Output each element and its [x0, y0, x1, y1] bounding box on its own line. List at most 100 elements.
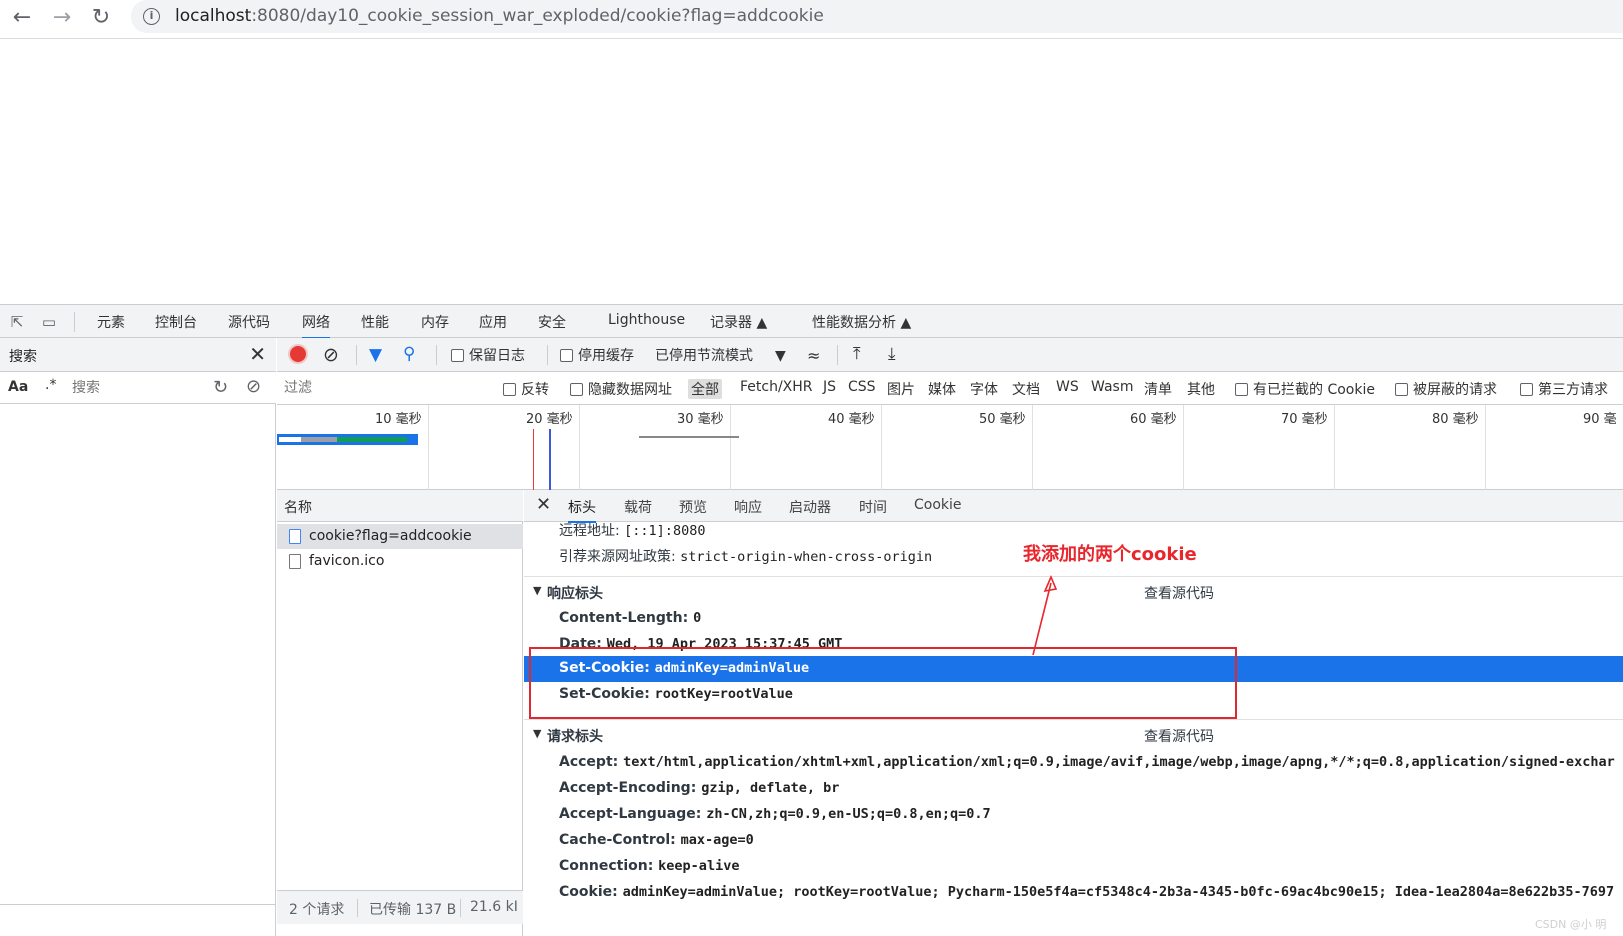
checkbox[interactable] — [451, 349, 464, 362]
request-row[interactable]: cookie?flag=addcookie — [277, 524, 523, 549]
tab-lighthouse[interactable]: Lighthouse — [608, 312, 685, 328]
request-headers-section[interactable]: ▼ 请求标头 查看源代码 — [524, 719, 1623, 749]
filter-type-img[interactable]: 图片 — [887, 379, 915, 399]
checkbox[interactable] — [1395, 383, 1408, 396]
checkbox[interactable] — [570, 383, 583, 396]
address-bar[interactable]: i localhost:8080/day10_cookie_session_wa… — [131, 0, 1623, 33]
tab-cookies[interactable]: Cookie — [914, 497, 962, 513]
tab-timing[interactable]: 时间 — [859, 497, 887, 517]
filter-type-doc[interactable]: 文档 — [1012, 379, 1040, 399]
tab-preview[interactable]: 预览 — [679, 497, 707, 517]
network-overview[interactable]: 10 毫秒 20 毫秒 30 毫秒 40 毫秒 50 毫秒 60 毫秒 70 毫… — [277, 405, 1623, 490]
gridline — [730, 405, 731, 490]
header-row[interactable]: Accept-Language: zh-CN,zh;q=0.9,en-US;q=… — [524, 802, 1623, 828]
timeline-tick: 50 毫秒 — [979, 412, 1026, 427]
inspect-element-icon[interactable]: ⇱ — [8, 313, 26, 331]
gridline — [1334, 405, 1335, 490]
hide-data-urls-checkbox[interactable]: 隐藏数据网址 — [570, 379, 672, 399]
header-row[interactable]: 远程地址: [::1]:8080 — [524, 516, 1623, 542]
filter-type-all[interactable]: 全部 — [688, 379, 722, 399]
request-list: 名称 cookie?flag=addcookie favicon.ico 2 个… — [277, 490, 523, 936]
chevron-down-icon: ▼ — [775, 348, 786, 364]
timeline-tick: 20 毫秒 — [526, 412, 573, 427]
preserve-log-checkbox[interactable]: 保留日志 — [451, 345, 525, 365]
match-case-toggle[interactable]: Aa — [8, 379, 28, 395]
triangle-down-icon: ▼ — [533, 727, 542, 740]
response-headers-section[interactable]: ▼ 响应标头 查看源代码 — [524, 576, 1623, 606]
tab-memory[interactable]: 内存 — [421, 312, 449, 332]
arrow-left-icon[interactable]: ← — [8, 4, 36, 32]
checkbox[interactable] — [503, 383, 516, 396]
filter-type-css[interactable]: CSS — [848, 379, 876, 395]
throttling-select[interactable]: 已停用节流模式 ▼ — [655, 345, 786, 365]
header-row[interactable]: Cookie: adminKey=adminValue; rootKey=roo… — [524, 880, 1623, 906]
reload-icon[interactable]: ↻ — [87, 4, 115, 32]
name-column-header[interactable]: 名称 — [277, 490, 523, 522]
timeline-tick: 10 毫秒 — [375, 412, 422, 427]
clear-log-icon[interactable]: ⊘ — [323, 344, 339, 366]
blocked-requests-checkbox[interactable]: 被屏蔽的请求 — [1395, 379, 1497, 399]
search-icon[interactable]: ⚲ — [403, 344, 415, 364]
upload-icon[interactable]: ⤒ — [853, 344, 861, 364]
device-toolbar-icon[interactable]: ▭ — [40, 313, 58, 331]
checkbox[interactable] — [1520, 383, 1533, 396]
header-row[interactable]: Connection: keep-alive — [524, 854, 1623, 880]
refresh-icon[interactable]: ↻ — [213, 377, 228, 398]
header-row[interactable]: Accept: text/html,application/xhtml+xml,… — [524, 750, 1623, 776]
timeline-tick: 80 毫秒 — [1432, 412, 1479, 427]
url-text[interactable]: localhost:8080/day10_cookie_session_war_… — [175, 6, 824, 26]
document-icon — [289, 529, 301, 544]
network-conditions-icon[interactable]: ≈ — [807, 346, 820, 365]
close-icon[interactable]: ✕ — [249, 342, 266, 366]
filter-type-media[interactable]: 媒体 — [928, 379, 956, 399]
filter-type-fetch-xhr[interactable]: Fetch/XHR — [740, 379, 813, 395]
tab-network[interactable]: 网络 — [302, 312, 330, 339]
tab-elements[interactable]: 元素 — [97, 312, 125, 332]
request-count: 2 个请求 — [289, 902, 345, 918]
header-row[interactable]: Cache-Control: max-age=0 — [524, 828, 1623, 854]
download-icon[interactable]: ⤓ — [888, 344, 896, 364]
filter-type-ws[interactable]: WS — [1056, 379, 1079, 395]
search-drawer-title: 搜索 — [9, 349, 37, 365]
filter-input[interactable] — [280, 377, 480, 399]
tab-performance[interactable]: 性能 — [361, 312, 389, 332]
filter-icon[interactable]: ▼ — [369, 345, 382, 365]
header-row[interactable]: Accept-Encoding: gzip, deflate, br — [524, 776, 1623, 802]
clear-icon[interactable]: ⊘ — [246, 376, 261, 397]
tab-recorder[interactable]: 记录器 ▲ — [710, 312, 767, 332]
arrow-right-icon[interactable]: → — [48, 4, 76, 32]
tab-sources[interactable]: 源代码 — [228, 312, 270, 332]
filter-type-wasm[interactable]: Wasm — [1091, 379, 1133, 395]
tab-performance-insights[interactable]: 性能数据分析 ▲ — [812, 312, 911, 332]
request-row[interactable]: favicon.ico — [277, 549, 523, 574]
devtools-tab-bar: ⇱ ▭ 元素 控制台 源代码 网络 性能 内存 应用 安全 Lighthouse… — [0, 304, 1623, 339]
filter-type-font[interactable]: 字体 — [970, 379, 998, 399]
tab-security[interactable]: 安全 — [538, 312, 566, 332]
tab-payload[interactable]: 载荷 — [624, 497, 652, 517]
invert-checkbox[interactable]: 反转 — [503, 379, 549, 399]
disable-cache-checkbox[interactable]: 停用缓存 — [560, 345, 634, 365]
header-row[interactable]: Content-Length: 0 — [524, 606, 1623, 632]
blocked-cookies-checkbox[interactable]: 有已拦截的 Cookie — [1235, 379, 1375, 399]
divider — [356, 345, 357, 365]
filter-type-js[interactable]: JS — [823, 379, 836, 395]
filter-type-manifest[interactable]: 清单 — [1144, 379, 1172, 399]
third-party-checkbox[interactable]: 第三方请求 — [1520, 379, 1608, 399]
checkbox[interactable] — [1235, 383, 1248, 396]
tab-console[interactable]: 控制台 — [155, 312, 197, 332]
view-source-link[interactable]: 查看源代码 — [1144, 726, 1214, 746]
view-source-link[interactable]: 查看源代码 — [1144, 583, 1214, 603]
timeline-tick: 40 毫秒 — [828, 412, 875, 427]
tab-response[interactable]: 响应 — [734, 497, 762, 517]
annotation-arrow-icon — [1032, 575, 1058, 656]
filter-type-other[interactable]: 其他 — [1187, 379, 1215, 399]
site-info-icon[interactable]: i — [143, 8, 160, 25]
regex-toggle[interactable]: .* — [45, 377, 56, 393]
tab-application[interactable]: 应用 — [479, 312, 507, 332]
checkbox[interactable] — [560, 349, 573, 362]
close-icon[interactable]: ✕ — [536, 494, 551, 515]
tab-initiator[interactable]: 启动器 — [789, 497, 831, 517]
search-input[interactable] — [68, 377, 203, 399]
record-button[interactable] — [290, 346, 306, 362]
transferred-size: 已传输 137 B — [369, 902, 457, 918]
